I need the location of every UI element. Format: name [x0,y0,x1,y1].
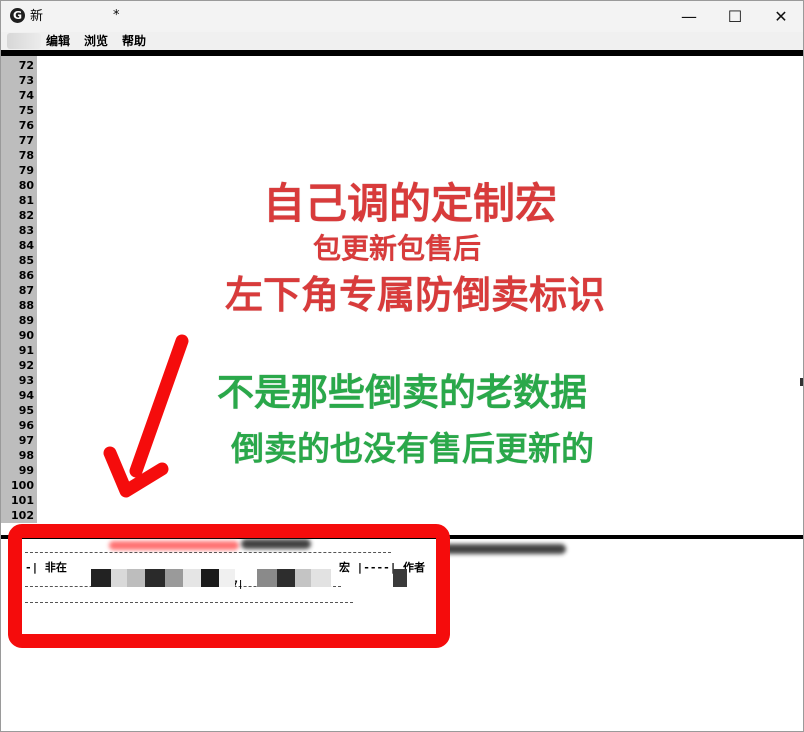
line-number: 94 [18,389,34,402]
line-number: 102 [11,509,34,522]
line-number: 90 [18,329,34,342]
scrollbar-marker[interactable] [800,378,803,386]
menu-bar: 编辑 浏览 帮助 [1,32,803,50]
promo-line-1: 自己调的定制宏 [263,179,558,228]
line-number: 89 [18,314,34,327]
title-bar: G 新 * — ☐ ✕ [1,1,803,32]
line-number: 86 [18,269,34,282]
line-number: 76 [18,119,34,132]
line-number: 88 [18,299,34,312]
line-number: 73 [18,74,34,87]
line-number: 97 [18,434,34,447]
line-number: 83 [18,224,34,237]
line-number: 95 [18,404,34,417]
close-button[interactable]: ✕ [758,1,804,32]
line-number: 72 [18,59,34,72]
line-number: 87 [18,284,34,297]
modified-indicator: * [113,8,120,23]
line-number: 78 [18,149,34,162]
promo-line-3: 左下角专属防倒卖标识 [225,273,606,317]
line-number: 98 [18,449,34,462]
line-number: 81 [18,194,34,207]
highlight-frame [8,524,450,648]
minimize-button[interactable]: — [666,1,712,32]
line-number: 101 [11,494,34,507]
line-number: 80 [18,179,34,192]
line-number-list: 72 73 74 75 76 77 78 79 80 81 82 83 84 85 86 87 88 89 90 91… [1,58,34,523]
promo-line-5: 倒卖的也没有售后更新的 [231,429,594,468]
redacted-title [45,9,109,23]
redaction-scribble [441,544,566,554]
line-number: 99 [18,464,34,477]
app-window: G 新 * — ☐ ✕ 编辑 浏览 帮助 72 73 74 75 76 77 78 79 80 8… [0,0,804,732]
line-number: 75 [18,104,34,117]
line-number: 79 [18,164,34,177]
menu-help[interactable]: 帮助 [122,34,146,49]
app-icon: G [10,8,25,23]
line-number: 84 [18,239,34,252]
promo-line-4: 不是那些倒卖的老数据 [217,371,587,414]
redacted-menu-item [7,33,41,49]
line-number: 100 [11,479,34,492]
menu-edit[interactable]: 编辑 [46,34,70,49]
red-arrow-icon [103,334,189,498]
maximize-button[interactable]: ☐ [712,1,758,32]
line-number: 74 [18,89,34,102]
line-number: 82 [18,209,34,222]
line-number: 92 [18,359,34,372]
promo-line-2: 包更新包售后 [313,232,482,265]
line-number: 85 [18,254,34,267]
line-number: 93 [18,374,34,387]
line-number: 91 [18,344,34,357]
window-title: 新 [30,9,44,24]
menu-view[interactable]: 浏览 [84,34,108,49]
line-number: 77 [18,134,34,147]
line-number: 96 [18,419,34,432]
